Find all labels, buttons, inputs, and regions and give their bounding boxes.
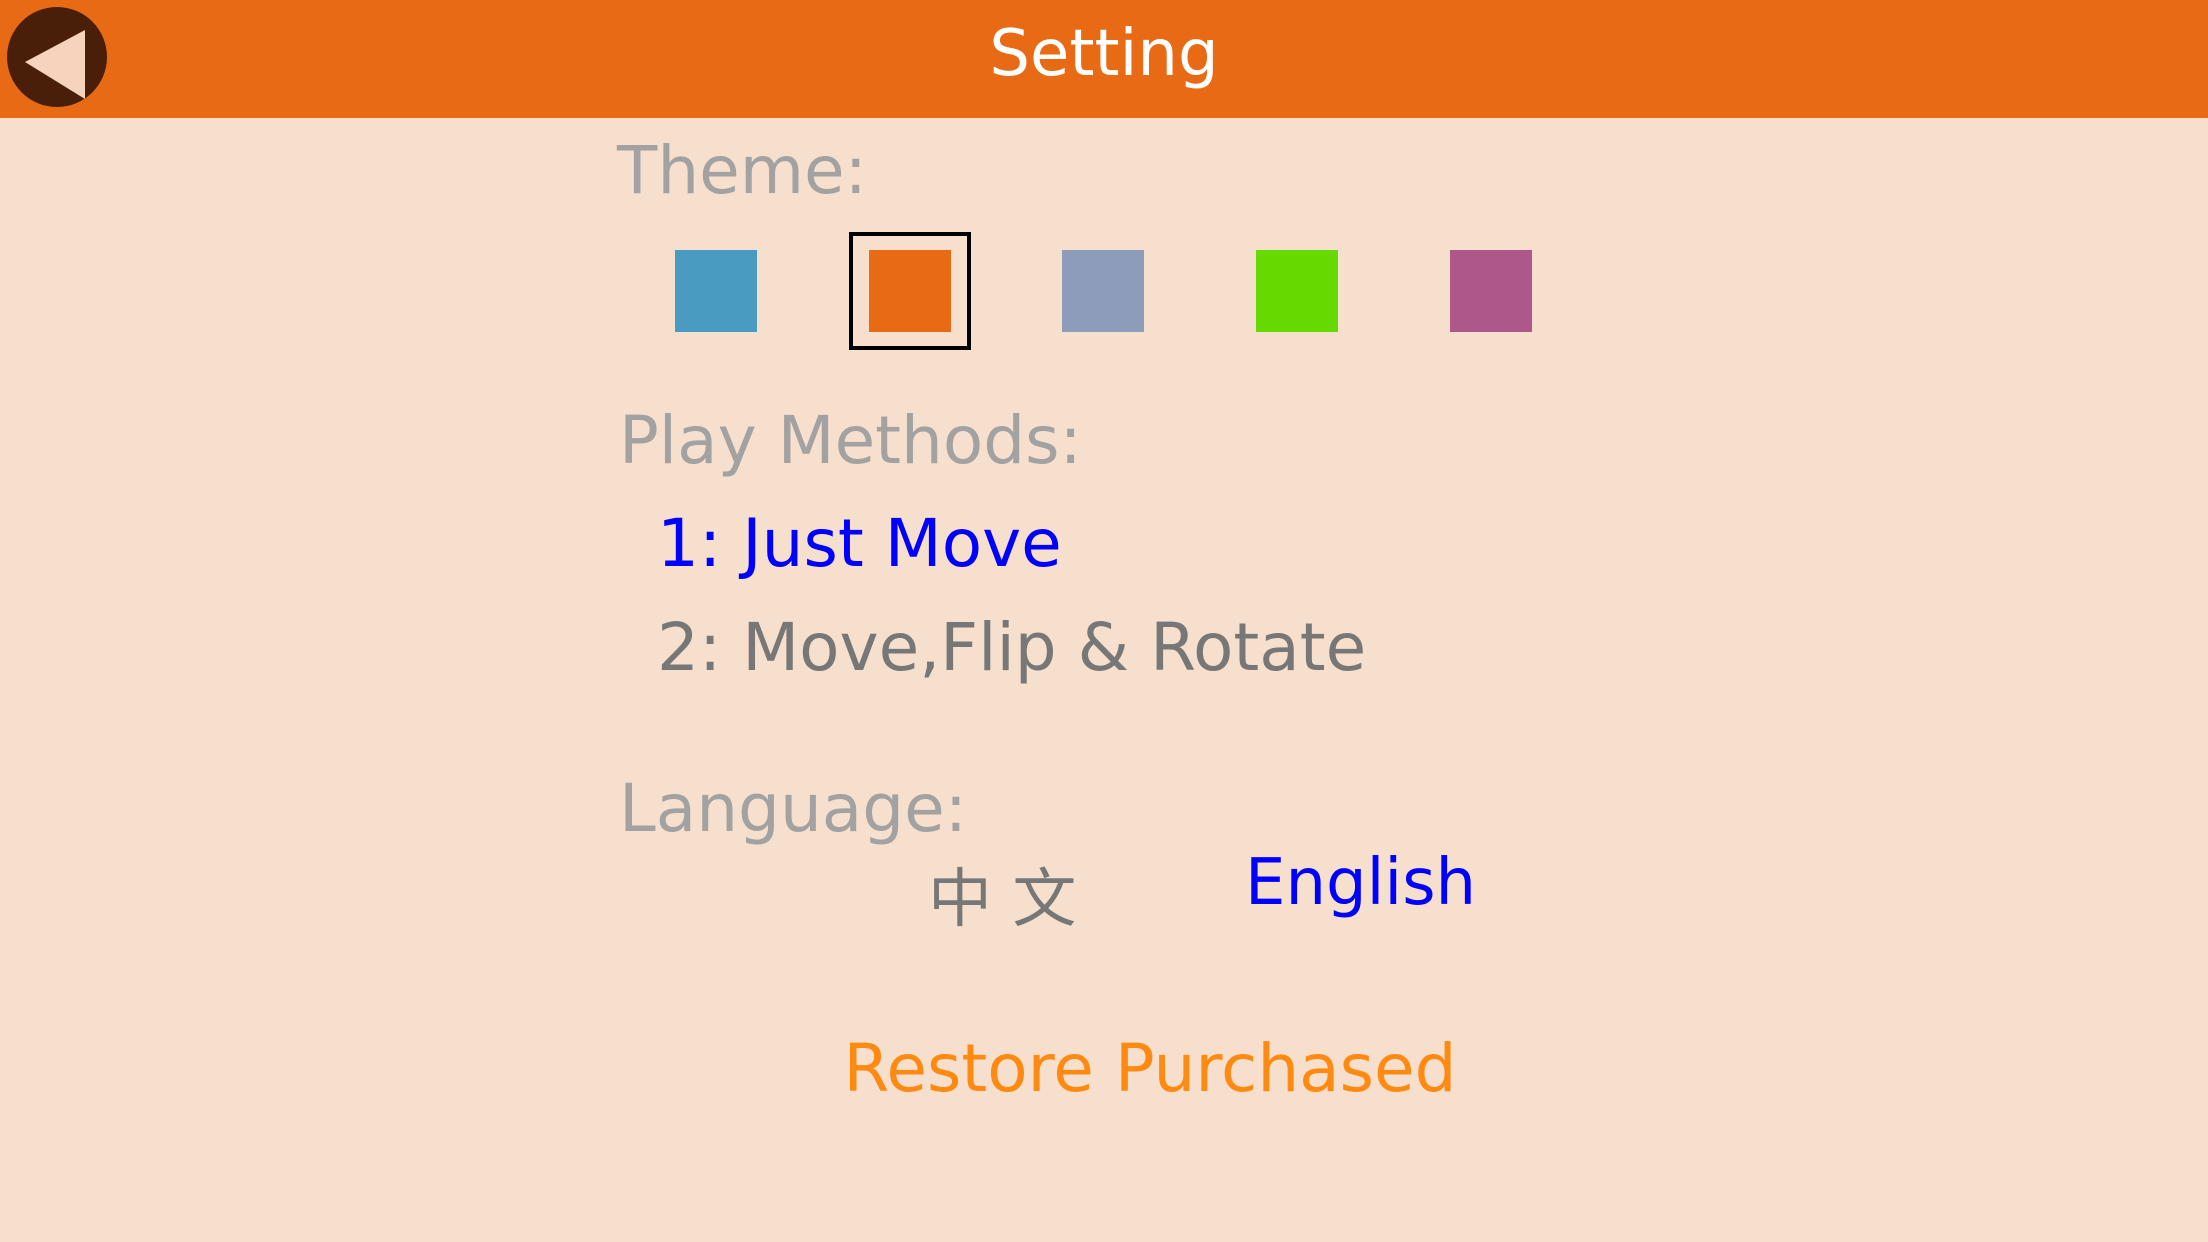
theme-swatch-lavender[interactable] xyxy=(1042,232,1164,350)
theme-swatch-green[interactable] xyxy=(1236,232,1358,350)
theme-label: Theme: xyxy=(617,132,867,209)
header-bar: Setting xyxy=(0,0,2208,118)
language-label: Language: xyxy=(619,770,967,847)
play-method-move-flip-rotate[interactable]: 2: Move,Flip & Rotate xyxy=(657,609,1366,686)
swatch-color xyxy=(1450,250,1532,332)
theme-swatch-magenta[interactable] xyxy=(1430,232,1552,350)
play-method-just-move[interactable]: 1: Just Move xyxy=(657,505,1062,582)
swatch-color xyxy=(1062,250,1144,332)
page-title: Setting xyxy=(989,17,1219,91)
theme-swatch-orange[interactable] xyxy=(849,232,971,350)
language-option-chinese[interactable]: 中 文 xyxy=(928,848,1076,940)
swatch-color xyxy=(675,250,757,332)
language-option-english[interactable]: English xyxy=(1245,846,1476,920)
restore-purchased-label: Restore Purchased xyxy=(843,1030,1457,1107)
swatch-color xyxy=(1256,250,1338,332)
play-methods-label: Play Methods: xyxy=(619,402,1082,479)
theme-swatch-blue[interactable] xyxy=(655,232,777,350)
swatch-color xyxy=(869,250,951,332)
restore-purchased-button[interactable]: Restore Purchased xyxy=(0,1030,2208,1107)
